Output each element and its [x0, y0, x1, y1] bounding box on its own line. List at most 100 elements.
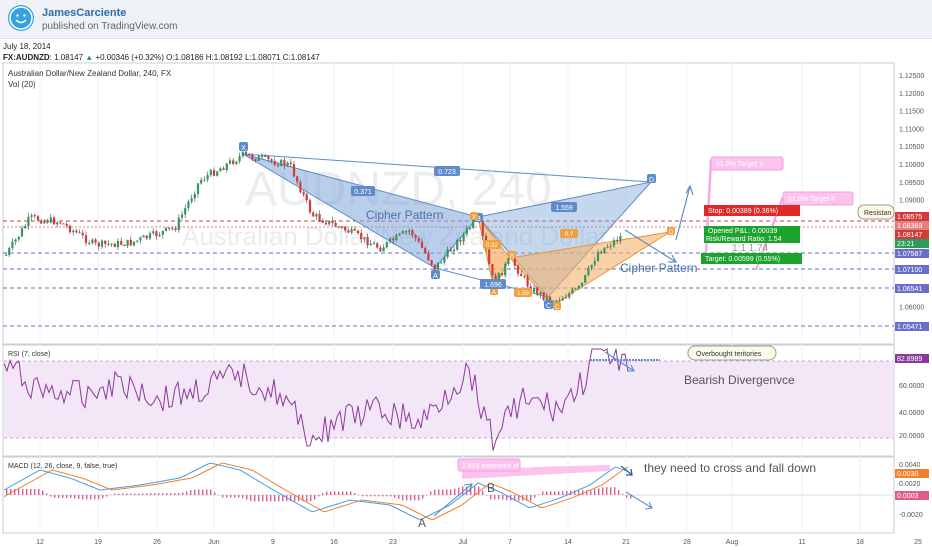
candle-body — [558, 300, 561, 302]
time-axis-label: 14 — [564, 539, 572, 546]
histogram-bar — [98, 495, 100, 500]
candle-body — [542, 292, 545, 300]
histogram-bar — [106, 495, 108, 497]
price-tick: 1.06000 — [899, 304, 924, 311]
candle-body — [408, 230, 411, 232]
histogram-bar — [82, 495, 84, 500]
macd-title: MACD (12, 26, close, 9, false, true) — [8, 463, 117, 470]
candle-body — [260, 156, 264, 158]
histogram-bar — [370, 495, 372, 497]
candle-body — [436, 262, 440, 270]
histogram-bar — [394, 495, 396, 498]
macd-tick: -0.0020 — [899, 512, 923, 519]
candle-body — [17, 236, 20, 240]
candle-body — [33, 215, 36, 217]
candle-body — [216, 171, 219, 176]
candle-body — [107, 243, 110, 245]
candle-body — [280, 159, 283, 167]
candle-body — [251, 154, 254, 159]
candle-body — [184, 208, 187, 215]
histogram-bar — [386, 495, 388, 497]
candle-body — [40, 220, 43, 224]
histogram-bar — [366, 495, 368, 497]
macd-tick: 0.0040 — [899, 462, 921, 469]
candle-body — [523, 276, 526, 278]
candle-body — [97, 242, 100, 247]
histogram-bar — [350, 491, 352, 495]
rsi-title: RSI (7, close) — [8, 351, 50, 358]
candle-body — [200, 179, 203, 184]
histogram-bar — [354, 493, 356, 495]
histogram-bar — [158, 493, 160, 495]
candle-body — [68, 225, 72, 233]
histogram-bar — [530, 495, 532, 501]
badge-count: 23:21 — [897, 241, 915, 248]
histogram-bar — [402, 495, 404, 501]
candle-body — [132, 241, 136, 246]
histogram-bar — [594, 489, 596, 495]
candle-body — [446, 249, 449, 258]
candle-body — [91, 239, 94, 244]
histogram-bar — [86, 495, 88, 500]
candle-body — [414, 235, 417, 239]
histogram-bar — [502, 495, 504, 500]
candle-body — [152, 231, 155, 234]
candle-body — [324, 222, 328, 225]
candle-body — [539, 292, 542, 295]
histogram-bar — [374, 495, 376, 497]
candle-body — [424, 247, 427, 254]
histogram-bar — [166, 493, 168, 495]
chart-canvas[interactable]: AUDNZD, 240 Australian Dollar/New Zealan… — [0, 0, 932, 550]
histogram-bar — [70, 495, 72, 498]
candle-body — [369, 243, 372, 246]
histogram-bar — [94, 495, 96, 500]
candle-body — [161, 230, 164, 235]
price-tick: 1.12000 — [899, 91, 924, 98]
candle-body — [580, 282, 584, 286]
histogram-bar — [102, 495, 104, 499]
histogram-bar — [182, 492, 184, 495]
candle-body — [14, 239, 17, 242]
histogram-bar — [622, 493, 624, 495]
bearish-divergence-note: Bearish Divergenvce — [684, 373, 795, 387]
candle-body — [20, 228, 24, 237]
histogram-bar — [326, 491, 328, 495]
histogram-bar — [606, 487, 608, 495]
candle-body — [267, 155, 270, 160]
candle-body — [100, 240, 104, 247]
candle-body — [136, 240, 139, 242]
histogram-bar — [170, 493, 172, 495]
histogram-bar — [6, 489, 8, 495]
candle-body — [398, 233, 401, 235]
price-badges: 1.08575 1.08369 1.08147 23:21 1.07587 1.… — [895, 212, 929, 331]
time-axis-label: 18 — [856, 539, 864, 546]
candle-body — [603, 247, 606, 254]
candle-body — [401, 231, 404, 234]
orange-point-d: D — [669, 230, 674, 236]
histogram-bar — [206, 489, 208, 495]
price-tick: 1.10500 — [899, 144, 924, 151]
histogram-bar — [558, 491, 560, 495]
candle-body — [609, 245, 612, 247]
candle-body — [164, 227, 168, 231]
target-label: Target: 0.00599 (0.55%) — [705, 256, 780, 263]
histogram-bar — [202, 489, 204, 495]
price-tick: 1.09000 — [899, 198, 924, 205]
candle-body — [36, 216, 40, 221]
histogram-bar — [362, 495, 364, 497]
histogram-bar — [490, 495, 492, 500]
candle-body — [392, 238, 395, 241]
macd-label-a: A — [418, 516, 426, 530]
candle-body — [596, 252, 600, 262]
time-axis[interactable]: 12 19 26 Jun 9 16 23 Jul 7 14 21 28 Aug 11 18 25 — [36, 539, 922, 546]
histogram-bar — [118, 493, 120, 495]
candle-body — [283, 159, 286, 166]
histogram-bar — [74, 495, 76, 499]
histogram-bar — [78, 495, 80, 499]
candle-body — [296, 176, 299, 183]
candle-body — [292, 164, 296, 177]
histogram-bar — [58, 495, 60, 498]
histogram-bar — [262, 495, 264, 502]
histogram-bar — [430, 491, 432, 495]
candle-body — [276, 164, 280, 167]
